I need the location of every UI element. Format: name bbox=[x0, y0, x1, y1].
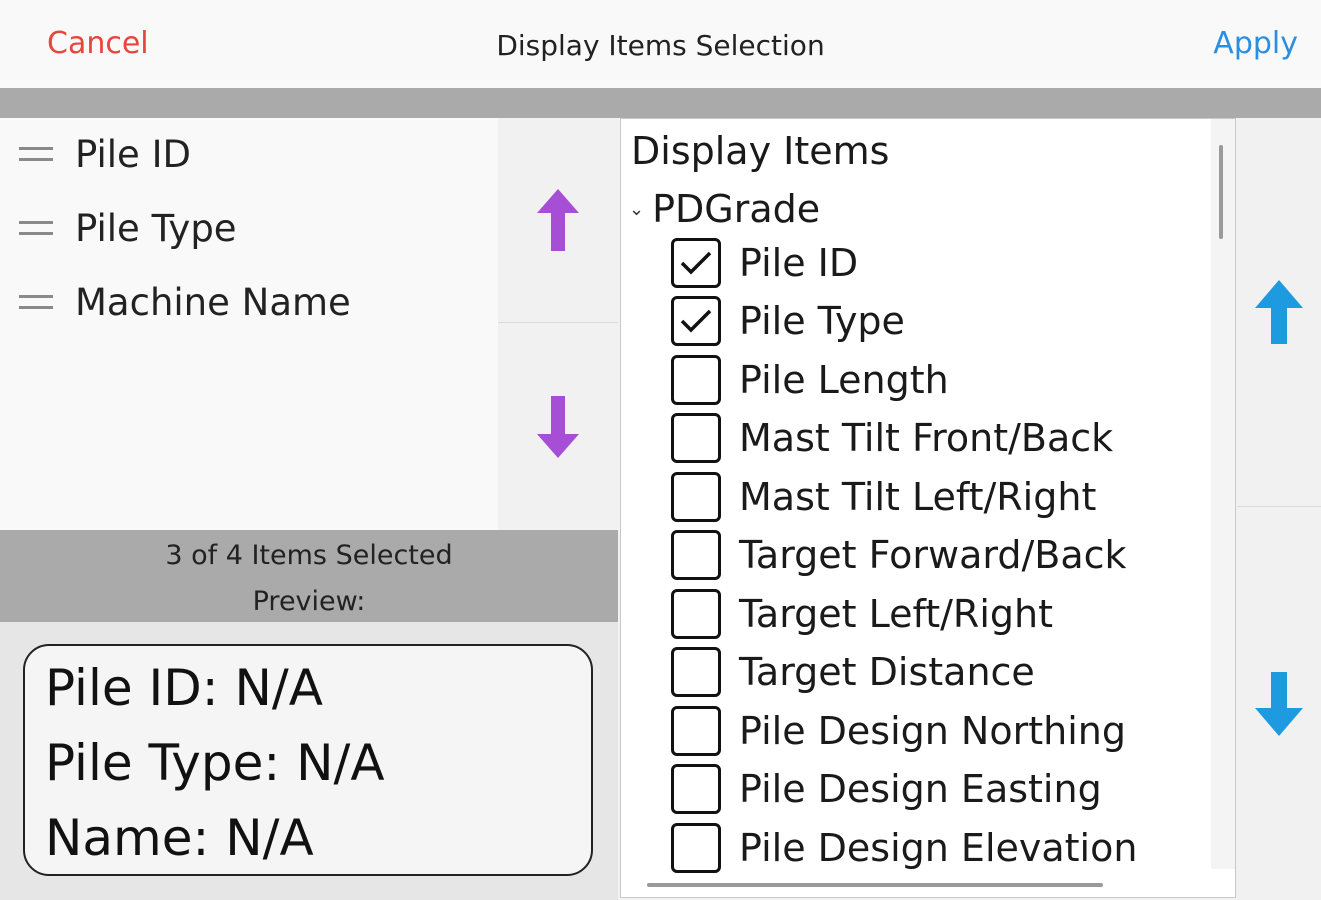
arrow-down-icon bbox=[537, 395, 579, 458]
checkmark-icon bbox=[680, 309, 712, 333]
selected-move-controls bbox=[498, 118, 618, 530]
selected-item[interactable]: Pile Type bbox=[0, 198, 498, 258]
tree-item[interactable]: Mast Tilt Front/Back bbox=[671, 411, 1113, 465]
tree-move-controls bbox=[1237, 118, 1321, 900]
checkbox[interactable] bbox=[671, 238, 721, 288]
drag-handle-icon[interactable] bbox=[19, 295, 53, 309]
preview-label: Preview: bbox=[252, 586, 366, 617]
chevron-down-icon[interactable]: ⌄ bbox=[629, 199, 644, 220]
vertical-scrollbar[interactable] bbox=[1219, 145, 1223, 239]
checkbox[interactable] bbox=[671, 823, 721, 873]
tree-item[interactable]: Pile Design Northing bbox=[671, 704, 1126, 758]
tree-item[interactable]: Target Left/Right bbox=[671, 587, 1053, 641]
tree-item-label: Pile Design Easting bbox=[739, 767, 1102, 811]
tree-item[interactable]: Target Distance bbox=[671, 645, 1035, 699]
tree-item-label: Pile Design Northing bbox=[739, 709, 1126, 753]
selected-item-label: Machine Name bbox=[75, 280, 351, 324]
selected-item-label: Pile ID bbox=[75, 132, 191, 176]
tree-item-label: Target Left/Right bbox=[739, 592, 1054, 636]
tree-item-label: Target Distance bbox=[739, 650, 1035, 694]
tree-item[interactable]: Pile Length bbox=[671, 353, 949, 407]
selected-count-text: 3 of 4 Items Selected bbox=[165, 540, 453, 571]
selected-item-label: Pile Type bbox=[75, 206, 237, 250]
apply-button[interactable]: Apply bbox=[1213, 24, 1298, 64]
tree-item[interactable]: Pile Design Elevation bbox=[671, 821, 1137, 875]
move-selected-down-button[interactable] bbox=[498, 323, 618, 530]
page-title: Display Items Selection bbox=[496, 29, 825, 62]
checkbox[interactable] bbox=[671, 413, 721, 463]
tree-item-label: Pile Type bbox=[739, 299, 905, 343]
preview-box: Pile ID: N/A Pile Type: N/A Name: N/A bbox=[23, 644, 593, 876]
horizontal-scrollbar[interactable] bbox=[647, 883, 1103, 887]
tree-group-label: PDGrade bbox=[652, 187, 821, 231]
drag-handle-icon[interactable] bbox=[19, 221, 53, 235]
tree-item-label: Target Forward/Back bbox=[739, 533, 1127, 577]
preview-line: Name: N/A bbox=[45, 809, 314, 867]
tree-item[interactable]: Target Forward/Back bbox=[671, 528, 1127, 582]
selected-item[interactable]: Pile ID bbox=[0, 124, 498, 184]
selected-item[interactable]: Machine Name bbox=[0, 272, 498, 332]
checkbox[interactable] bbox=[671, 647, 721, 697]
tree-item-label: Pile Design Elevation bbox=[739, 826, 1138, 870]
preview-line: Pile Type: N/A bbox=[45, 734, 385, 792]
preview-area: Pile ID: N/A Pile Type: N/A Name: N/A bbox=[0, 622, 618, 900]
arrow-up-icon bbox=[1255, 280, 1303, 344]
tree-title: Display Items bbox=[631, 129, 890, 173]
drag-handle-icon[interactable] bbox=[19, 147, 53, 161]
selection-status: 3 of 4 Items Selected Preview: bbox=[0, 530, 618, 622]
selected-items-list: Pile ID Pile Type Machine Name bbox=[0, 118, 498, 530]
preview-line: Pile ID: N/A bbox=[45, 659, 323, 717]
tree-item[interactable]: Mast Tilt Left/Right bbox=[671, 470, 1096, 524]
checkbox[interactable] bbox=[671, 589, 721, 639]
checkbox[interactable] bbox=[671, 472, 721, 522]
tree-item-label: Pile ID bbox=[739, 241, 859, 285]
checkmark-icon bbox=[680, 251, 712, 275]
arrow-up-icon bbox=[537, 189, 579, 251]
checkbox[interactable] bbox=[671, 355, 721, 405]
tree-item-label: Mast Tilt Left/Right bbox=[739, 475, 1097, 519]
tree-item[interactable]: Pile Design Easting bbox=[671, 762, 1102, 816]
checkbox[interactable] bbox=[671, 706, 721, 756]
divider-bar bbox=[0, 88, 1321, 118]
checkbox[interactable] bbox=[671, 296, 721, 346]
move-item-up-button[interactable] bbox=[1237, 118, 1321, 507]
tree-item-label: Mast Tilt Front/Back bbox=[739, 416, 1114, 460]
tree-item[interactable]: Pile Type bbox=[671, 294, 905, 348]
vertical-scroll-track[interactable] bbox=[1211, 119, 1235, 869]
move-item-down-button[interactable] bbox=[1237, 507, 1321, 900]
header-bar: Cancel Display Items Selection Apply bbox=[0, 0, 1321, 89]
move-selected-up-button[interactable] bbox=[498, 118, 618, 323]
tree-item-label: Pile Length bbox=[739, 358, 949, 402]
arrow-down-icon bbox=[1255, 671, 1303, 736]
checkbox[interactable] bbox=[671, 764, 721, 814]
tree-group-pdgrade[interactable]: ⌄ PDGrade bbox=[629, 185, 820, 233]
tree-item[interactable]: Pile ID bbox=[671, 236, 858, 290]
checkbox[interactable] bbox=[671, 530, 721, 580]
display-items-tree: Display Items ⌄ PDGrade Pile ID Pile Typ… bbox=[620, 118, 1236, 898]
